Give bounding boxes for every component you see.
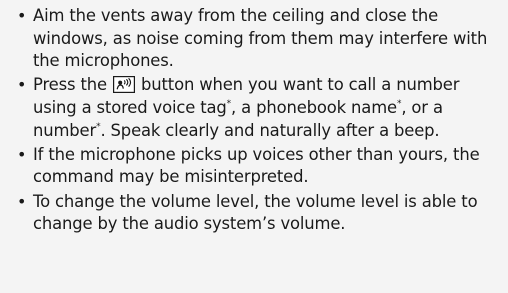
bullet-icon: • (17, 144, 27, 164)
list-item: • To change the volume level, the volume… (17, 191, 503, 236)
bullet-icon: • (17, 6, 27, 25)
list-item: • Press the button when you want to call… (17, 74, 503, 142)
tip-text-press-end: . Speak clearly and naturally after a be… (100, 120, 440, 140)
list-item: • If the microphone picks up voices othe… (17, 144, 503, 189)
tip-text-press-intro: Press the (33, 75, 112, 95)
tip-text-other-voices: If the microphone picks up voices other … (33, 144, 480, 187)
list-item: • Aim the vents away from the ceiling an… (17, 5, 503, 73)
tips-bullet-list: • Aim the vents away from the ceiling an… (17, 5, 503, 237)
bullet-icon: • (17, 191, 27, 211)
tip-text-press-phonebook: , a phonebook name (231, 97, 397, 117)
bullet-icon: • (17, 75, 27, 95)
talk-button-icon (112, 76, 135, 94)
tip-text-volume: To change the volume level, the volume l… (33, 191, 478, 234)
manual-page: • Aim the vents away from the ceiling an… (0, 0, 508, 293)
tip-text-vents: Aim the vents away from the ceiling and … (33, 6, 488, 71)
